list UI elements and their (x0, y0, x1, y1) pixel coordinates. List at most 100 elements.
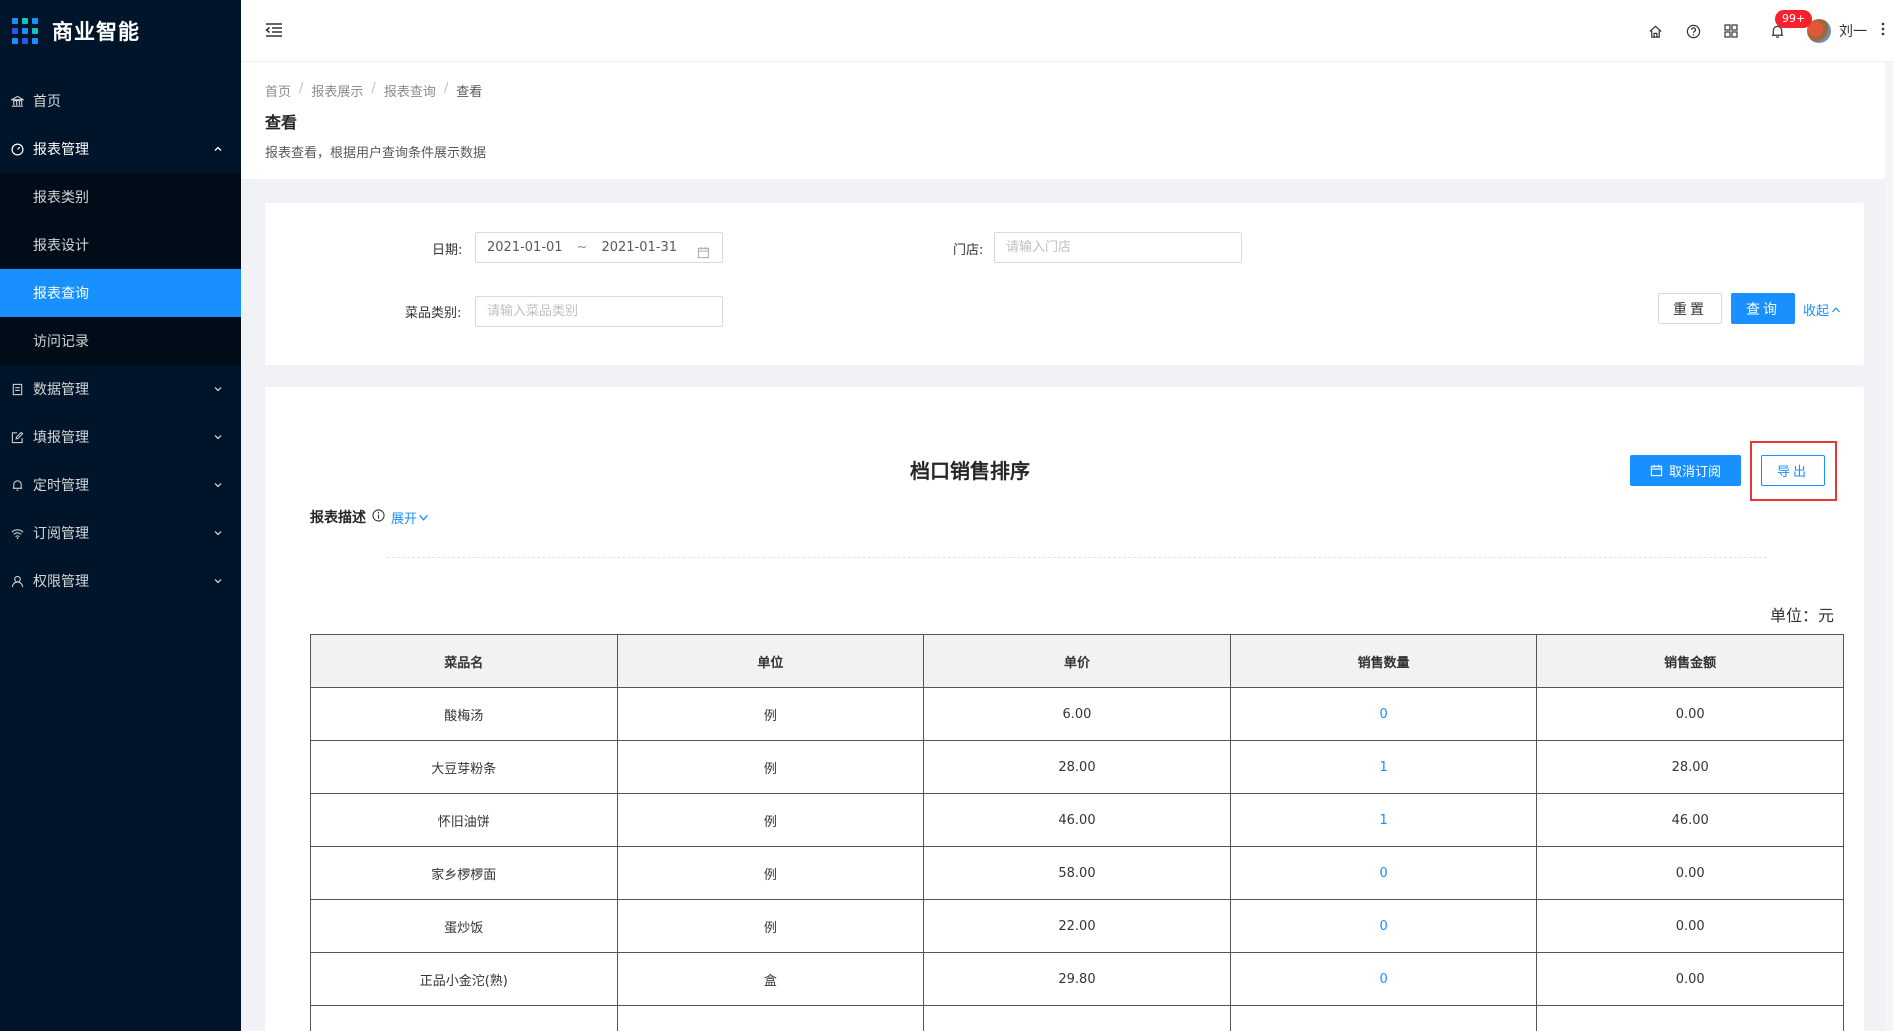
sidebar-item-subscription-management[interactable]: 订阅管理 (0, 509, 241, 557)
unit-cell: 盒 (616, 952, 925, 1006)
sales-amount-cell: 0.00 (1536, 846, 1844, 900)
sidebar: 商业智能 首页 报表管理 报表类别 报表设计 报表查询 访问记录 数据管理 填报… (0, 0, 241, 1031)
store-input[interactable]: 请输入门店 (994, 232, 1242, 263)
sidebar-item-permission-management[interactable]: 权限管理 (0, 557, 241, 605)
sales-amount-cell: 46.00 (1536, 793, 1844, 847)
sales-qty-link[interactable] (1229, 1005, 1538, 1031)
unit-cell: 例 (616, 793, 925, 847)
user-name[interactable]: 刘一 (1839, 21, 1867, 41)
sales-qty-link[interactable]: 0 (1229, 952, 1538, 1006)
column-header-price: 单价 (923, 634, 1231, 688)
column-header-sales-amount: 销售金额 (1536, 634, 1844, 688)
search-form-card: 日期: 2021-01-01 ~ 2021-01-31 门店: 请输入门店 菜品… (265, 203, 1864, 365)
info-icon[interactable] (372, 508, 385, 526)
collapse-link[interactable]: 收起 (1803, 300, 1841, 319)
dish-name-cell: 家乡椤椤面 (310, 846, 618, 900)
chevron-up-icon (1832, 306, 1840, 312)
report-description-row: 报表描述 展开 (310, 507, 429, 527)
sales-amount-cell: 0.00 (1536, 687, 1844, 741)
sales-qty-link[interactable]: 0 (1229, 899, 1538, 953)
report-title: 档口销售排序 (910, 459, 1030, 483)
table-row: 酸梅汤 例 6.00 0 0.00 (310, 687, 1844, 741)
sidebar-item-label: 数据管理 (33, 382, 89, 398)
user-icon (10, 574, 24, 588)
dish-name-cell: 蛋炒饭 (310, 899, 618, 953)
sales-amount-cell (1536, 1005, 1844, 1031)
unit-label: 单位：元 (1769, 606, 1834, 625)
sidebar-item-label: 首页 (33, 94, 61, 110)
expand-link[interactable]: 展开 (391, 508, 429, 527)
chevron-up-icon (213, 142, 223, 158)
breadcrumb-separator: / (371, 81, 376, 96)
category-input[interactable]: 请输入菜品类别 (475, 296, 723, 327)
column-header-sales-qty: 销售数量 (1229, 634, 1538, 688)
sidebar-item-report-design[interactable]: 报表设计 (0, 221, 241, 269)
report-card: 档口销售排序 取消订阅 导出 报表描述 展开 单位：元 菜品名 单位 单价 销售… (265, 387, 1864, 1031)
table-row: 蛋炒饭 例 22.00 0 0.00 (310, 899, 1844, 953)
header-actions: 99+ 刘一 (1627, 0, 1893, 62)
logo[interactable]: 商业智能 (0, 0, 241, 62)
help-icon[interactable] (1683, 21, 1703, 41)
sidebar-item-report-management[interactable]: 报表管理 (0, 125, 241, 173)
date-range-separator: ~ (576, 240, 588, 255)
calendar-icon (1650, 464, 1663, 477)
unsubscribe-button[interactable]: 取消订阅 (1630, 455, 1741, 486)
price-cell: 29.80 (923, 952, 1231, 1006)
page-description: 报表查看，根据用户查询条件展示数据 (265, 146, 487, 161)
database-icon (10, 382, 24, 396)
unsubscribe-label: 取消订阅 (1668, 465, 1721, 480)
category-label: 菜品类别: (405, 306, 462, 321)
page-title: 查看 (265, 113, 298, 132)
breadcrumb-item-report-display[interactable]: 报表展示 (311, 81, 363, 100)
sales-qty-link[interactable]: 1 (1229, 740, 1538, 794)
sidebar-item-label: 报表设计 (33, 238, 89, 254)
more-vertical-icon[interactable] (1881, 21, 1885, 41)
sales-amount-cell: 28.00 (1536, 740, 1844, 794)
sidebar-item-access-log[interactable]: 访问记录 (0, 317, 241, 365)
price-cell: 22.00 (923, 899, 1231, 953)
collapse-label: 收起 (1803, 304, 1830, 319)
dish-name-cell: 大豆芽粉条 (310, 740, 618, 794)
export-button[interactable]: 导出 (1761, 455, 1825, 486)
dashboard-icon (10, 142, 24, 156)
expand-label: 展开 (391, 511, 418, 527)
unit-cell: 例 (616, 687, 925, 741)
unit-cell: 例 (616, 740, 925, 794)
sidebar-item-home[interactable]: 首页 (0, 77, 241, 125)
reset-button[interactable]: 重置 (1658, 293, 1722, 324)
dish-name-cell: 怀旧油饼 (310, 793, 618, 847)
sales-qty-link[interactable]: 1 (1229, 793, 1538, 847)
table-row: 大豆芽粉条 例 28.00 1 28.00 (310, 740, 1844, 794)
unit-cell: 例 (616, 846, 925, 900)
dish-name-cell (310, 1005, 618, 1031)
breadcrumb-item-report-query[interactable]: 报表查询 (384, 81, 436, 100)
price-cell: 28.00 (923, 740, 1231, 794)
date-end-value: 2021-01-31 (601, 240, 678, 255)
unit-cell (616, 1005, 925, 1031)
chevron-down-icon (213, 382, 223, 398)
query-button[interactable]: 查询 (1731, 293, 1795, 324)
apps-icon[interactable] (1721, 21, 1741, 41)
sales-qty-link[interactable]: 0 (1229, 846, 1538, 900)
sidebar-item-data-management[interactable]: 数据管理 (0, 365, 241, 413)
vertical-scrollbar[interactable] (1885, 62, 1893, 1031)
sales-qty-link[interactable]: 0 (1229, 687, 1538, 741)
notification-bell-icon[interactable]: 99+ (1767, 10, 1813, 41)
sidebar-item-fill-management[interactable]: 填报管理 (0, 413, 241, 461)
sidebar-item-label: 报表类别 (33, 190, 89, 206)
calendar-icon (697, 241, 710, 270)
breadcrumb-separator: / (443, 81, 449, 96)
sidebar-item-schedule-management[interactable]: 定时管理 (0, 461, 241, 509)
menu-fold-icon[interactable] (265, 21, 283, 43)
sidebar-item-report-query[interactable]: 报表查询 (0, 269, 241, 317)
page-header: 首页 / 报表展示 / 报表查询 / 查看 查看 报表查看，根据用户查询条件展示… (241, 62, 1893, 179)
unit-cell: 例 (616, 899, 925, 953)
table-row (310, 1005, 1844, 1031)
breadcrumb-item-home[interactable]: 首页 (265, 81, 291, 100)
sidebar-item-report-category[interactable]: 报表类别 (0, 173, 241, 221)
table-header-row: 菜品名 单位 单价 销售数量 销售金额 (310, 634, 1844, 688)
date-range-picker[interactable]: 2021-01-01 ~ 2021-01-31 (475, 232, 723, 263)
app-title: 商业智能 (52, 20, 140, 44)
bank-icon (10, 94, 24, 108)
home-icon[interactable] (1645, 21, 1665, 41)
